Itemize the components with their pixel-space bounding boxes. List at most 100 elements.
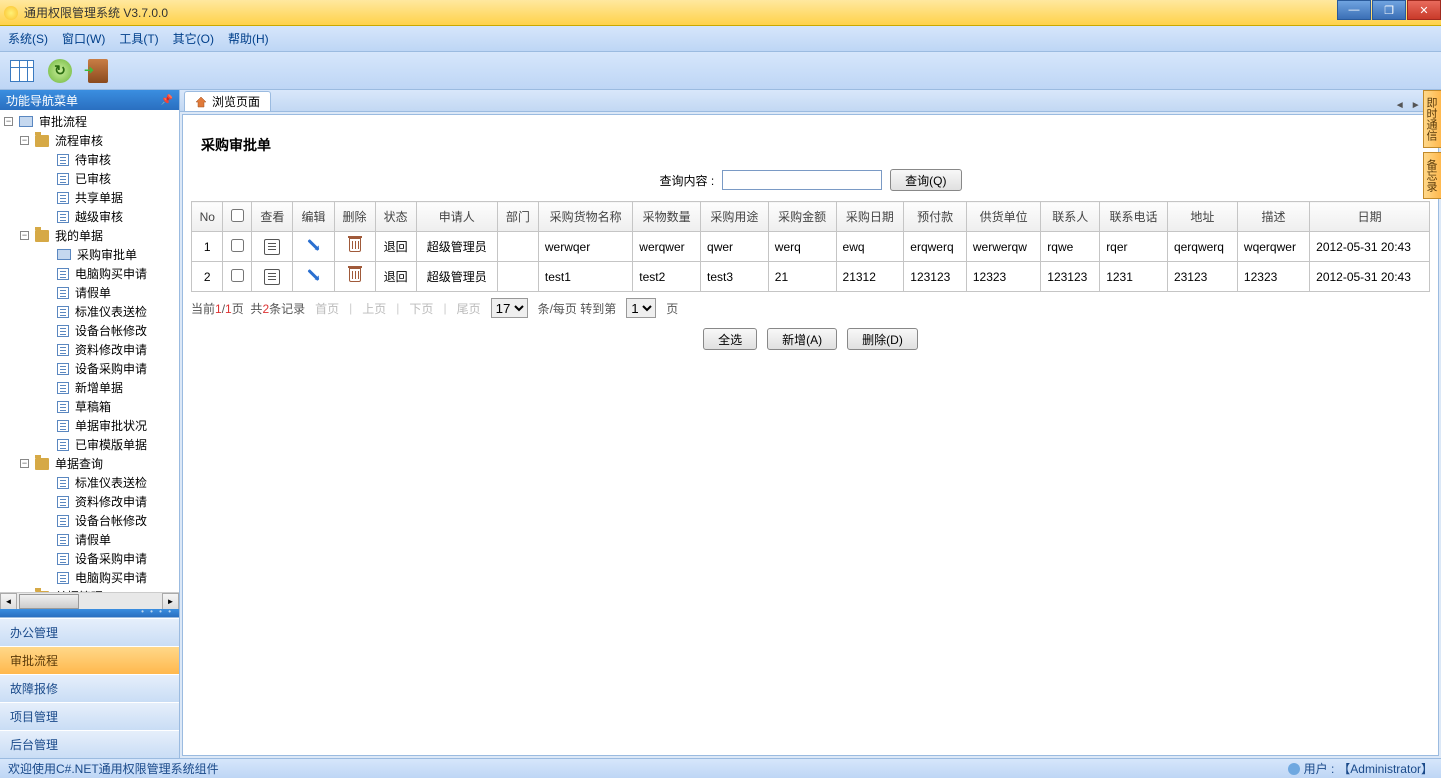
tree-item[interactable]: 已审模版单据 [0,435,179,454]
pager-size-select[interactable]: 17 [491,298,528,318]
pager-goto-select[interactable]: 1 [626,298,656,318]
tree-item[interactable]: 请假单 [0,530,179,549]
document-icon [57,401,69,413]
dock-memo[interactable]: 备忘录 [1423,152,1441,199]
column-header: 联系人 [1041,202,1100,232]
pager-next[interactable]: 下页 [409,300,433,317]
document-icon [57,325,69,337]
menu-tool[interactable]: 工具(T) [119,30,158,47]
nav-tree[interactable]: −审批流程−流程审核待审核已审核共享单据越级审核−我的单据采购审批单电脑购买申请… [0,110,179,592]
accordion-splitter[interactable] [0,609,179,617]
tree-item[interactable]: 标准仪表送检 [0,473,179,492]
tree-item[interactable]: 设备台帐修改 [0,511,179,530]
accordion-item[interactable]: 审批流程 [0,646,179,674]
menu-other[interactable]: 其它(O) [173,30,214,47]
tree-item[interactable]: 标准仪表送检 [0,302,179,321]
tree-group-g3[interactable]: −单据查询 [0,454,179,473]
table-row: 1退回超级管理员werwqerwerqwerqwerwerqewqerqwerq… [192,232,1430,262]
column-header: 删除 [334,202,375,232]
tree-root[interactable]: −审批流程 [0,112,179,131]
accordion-item[interactable]: 办公管理 [0,618,179,646]
delete-button[interactable]: 删除(D) [847,328,918,350]
tree-item[interactable]: 共享单据 [0,188,179,207]
delete-icon[interactable] [349,268,361,282]
select-all-checkbox[interactable] [231,209,244,222]
column-header: 查看 [252,202,293,232]
tree-item[interactable]: 越级审核 [0,207,179,226]
dock-im[interactable]: 即时通信 [1423,90,1441,148]
minimize-button[interactable]: — [1337,0,1371,20]
accordion-item[interactable]: 故障报修 [0,674,179,702]
tree-item[interactable]: 请假单 [0,283,179,302]
column-header: 申请人 [416,202,497,232]
tab-next-icon[interactable]: ► [1409,100,1423,111]
add-button[interactable]: 新增(A) [767,328,837,350]
tree-item[interactable]: 待审核 [0,150,179,169]
tree-group-g1[interactable]: −流程审核 [0,131,179,150]
close-button[interactable]: ✕ [1407,0,1441,20]
tree-item[interactable]: 采购审批单 [0,245,179,264]
search-row: 查询内容 : 查询(Q) [191,169,1430,191]
tree-item[interactable]: 电脑购买申请 [0,568,179,587]
tree-item[interactable]: 资料修改申请 [0,492,179,511]
toolbar-grid-button[interactable] [8,57,36,85]
tree-item[interactable]: 设备台帐修改 [0,321,179,340]
edit-icon[interactable] [307,269,319,281]
accordion-item[interactable]: 后台管理 [0,730,179,758]
pin-icon[interactable]: 📌 [161,95,173,106]
accordion: 办公管理审批流程故障报修项目管理后台管理 [0,617,179,758]
tab-browse[interactable]: 浏览页面 [184,91,271,111]
menu-system[interactable]: 系统(S) [8,30,48,47]
document-icon [57,192,69,204]
menu-window[interactable]: 窗口(W) [62,30,105,47]
document-icon [57,515,69,527]
column-header: 采物数量 [633,202,701,232]
status-bar: 欢迎使用C#.NET通用权限管理系统组件 用户 : 【Administrator… [0,758,1441,778]
tree-item[interactable]: 已审核 [0,169,179,188]
scroll-thumb[interactable] [19,594,79,609]
document-icon [57,287,69,299]
row-checkbox[interactable] [231,239,244,252]
tree-group-g2[interactable]: −我的单据 [0,226,179,245]
pager-first[interactable]: 首页 [315,300,339,317]
tree-item[interactable]: 设备采购申请 [0,359,179,378]
tree-item[interactable]: 电脑购买申请 [0,264,179,283]
column-header: 联系电话 [1100,202,1168,232]
document-icon [57,534,69,546]
edit-icon[interactable] [307,239,319,251]
accordion-item[interactable]: 项目管理 [0,702,179,730]
tree-item[interactable]: 资料修改申请 [0,340,179,359]
tree-item[interactable]: 草稿箱 [0,397,179,416]
pager: 当前1/1页 共2条记录 首页| 上页| 下页| 尾页 17 条/每页 转到第 … [191,298,1430,318]
tree-item[interactable]: 设备采购申请 [0,549,179,568]
status-text: 欢迎使用C#.NET通用权限管理系统组件 [8,760,219,777]
view-icon[interactable] [264,269,280,285]
column-header: 编辑 [293,202,334,232]
column-header: 采购日期 [836,202,904,232]
maximize-button[interactable]: ❐ [1372,0,1406,20]
pager-prev[interactable]: 上页 [362,300,386,317]
view-icon[interactable] [264,239,280,255]
pager-last[interactable]: 尾页 [457,300,481,317]
column-header: No [192,202,223,232]
document-icon [57,268,69,280]
column-header: 采购用途 [701,202,769,232]
document-icon [57,496,69,508]
delete-icon[interactable] [349,238,361,252]
select-all-button[interactable]: 全选 [703,328,757,350]
search-input[interactable] [722,170,882,190]
document-icon [57,363,69,375]
tab-prev-icon[interactable]: ◄ [1393,100,1407,111]
tree-item[interactable]: 单据审批状况 [0,416,179,435]
toolbar-exit-button[interactable] [84,57,112,85]
exit-icon [88,59,108,83]
content-area: 浏览页面 ◄ ► ✕ 采购审批单 查询内容 : 查询(Q) No查看编辑删除状态… [180,90,1441,758]
document-icon [57,477,69,489]
scroll-left-icon[interactable]: ◄ [0,593,17,610]
menu-help[interactable]: 帮助(H) [228,30,269,47]
tree-item[interactable]: 新增单据 [0,378,179,397]
page-body: 采购审批单 查询内容 : 查询(Q) No查看编辑删除状态申请人部门采购货物名称… [182,114,1439,756]
row-checkbox[interactable] [231,269,244,282]
search-button[interactable]: 查询(Q) [890,169,961,191]
toolbar-refresh-button[interactable]: ↻ [46,57,74,85]
